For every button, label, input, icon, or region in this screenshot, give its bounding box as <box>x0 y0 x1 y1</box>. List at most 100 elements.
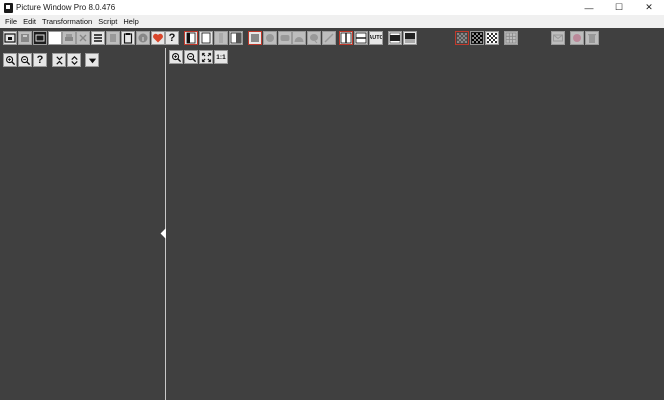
zoom-out-icon <box>186 52 196 62</box>
menu-help[interactable]: Help <box>120 15 141 28</box>
zoom-in-button[interactable] <box>3 53 17 67</box>
menu-script[interactable]: Script <box>95 15 120 28</box>
open-file-button[interactable] <box>3 31 17 45</box>
background-light-button[interactable] <box>485 31 499 45</box>
save-icon <box>21 34 29 42</box>
actual-size-button[interactable]: 1:1 <box>214 50 228 64</box>
background-dark-button[interactable] <box>455 31 469 45</box>
title-bar: Picture Window Pro 8.0.476 — ☐ ✕ <box>0 0 664 15</box>
zoom-in-icon <box>171 52 181 62</box>
color-wheel-icon <box>573 34 581 42</box>
print-button[interactable] <box>62 31 76 45</box>
app-icon <box>4 2 13 13</box>
layout-single-left-button[interactable] <box>184 31 198 45</box>
page-icon <box>201 32 211 44</box>
gradient-dark-icon <box>389 32 401 44</box>
image-zoom-out-button[interactable] <box>184 50 198 64</box>
menu-bar: File Edit Transformation Script Help <box>0 15 664 28</box>
select-ellipse-button[interactable] <box>263 31 277 45</box>
ellipse-icon <box>266 34 274 42</box>
select-shape-button[interactable] <box>292 31 306 45</box>
dome-icon <box>294 37 304 42</box>
gradient-light-icon <box>405 33 415 43</box>
zoom-out-button[interactable] <box>18 53 32 67</box>
open-icon <box>4 33 16 43</box>
favorite-button[interactable] <box>151 31 165 45</box>
horizontal-split-icon <box>355 32 367 44</box>
collapse-all-button[interactable] <box>52 53 66 67</box>
document-button[interactable] <box>106 31 120 45</box>
menu-edit[interactable]: Edit <box>20 15 39 28</box>
envelope-icon <box>553 34 563 42</box>
select-line-button[interactable] <box>322 31 336 45</box>
main-toolbar: ? AUTO <box>0 28 664 48</box>
new-image-button[interactable] <box>48 31 62 45</box>
rounded-rect-icon <box>280 35 290 41</box>
print-icon <box>65 34 73 41</box>
window-title: Picture Window Pro 8.0.476 <box>16 3 116 12</box>
close-button[interactable]: ✕ <box>634 0 664 15</box>
view-vertical-split-button[interactable] <box>339 31 353 45</box>
heart-icon <box>153 33 163 43</box>
image-zoom-in-button[interactable] <box>169 50 183 64</box>
vertical-split-icon <box>340 32 352 44</box>
expand-icon <box>70 55 78 65</box>
grid-button[interactable] <box>504 31 518 45</box>
mail-button[interactable] <box>551 31 565 45</box>
layout-dual-button[interactable] <box>229 31 243 45</box>
select-rounded-button[interactable] <box>278 31 292 45</box>
color-picker-button[interactable] <box>570 31 584 45</box>
collapse-icon <box>55 55 63 65</box>
actual-size-label: 1:1 <box>216 53 226 61</box>
menu-transformation[interactable]: Transformation <box>39 15 95 28</box>
checker-dark-icon <box>457 33 467 43</box>
auto-button[interactable]: AUTO <box>369 31 383 45</box>
panel-left-icon <box>186 32 196 44</box>
select-rect-button[interactable] <box>248 31 262 45</box>
layout-split-button[interactable] <box>214 31 228 45</box>
gradient-dark-button[interactable] <box>388 31 402 45</box>
list-icon <box>94 34 102 42</box>
clipboard-icon <box>123 33 133 44</box>
dropdown-button[interactable] <box>85 53 99 67</box>
info-icon <box>138 33 148 43</box>
image-icon <box>35 34 45 42</box>
clipboard-button[interactable] <box>121 31 135 45</box>
gradient-light-button[interactable] <box>403 31 417 45</box>
help-button[interactable]: ? <box>165 31 179 45</box>
fit-to-window-button[interactable] <box>199 50 213 64</box>
maximize-button[interactable]: ☐ <box>604 0 634 15</box>
panel-help-button[interactable]: ? <box>33 53 47 67</box>
document-icon <box>110 34 116 42</box>
left-panel: ? <box>0 48 165 400</box>
layout-page-button[interactable] <box>199 31 213 45</box>
checker-black-icon <box>472 33 482 43</box>
zoom-in-icon <box>5 55 15 65</box>
list-button[interactable] <box>91 31 105 45</box>
rect-select-icon <box>251 34 259 42</box>
triangle-down-icon <box>88 58 96 63</box>
trash-button[interactable] <box>585 31 599 45</box>
background-black-button[interactable] <box>470 31 484 45</box>
expand-all-button[interactable] <box>67 53 81 67</box>
info-button[interactable] <box>136 31 150 45</box>
select-freehand-button[interactable] <box>307 31 321 45</box>
image-area: 1:1 <box>166 48 664 400</box>
line-icon <box>324 33 334 43</box>
menu-file[interactable]: File <box>2 15 20 28</box>
lasso-icon <box>310 34 318 44</box>
grid-icon <box>505 32 517 44</box>
fit-arrows-icon <box>201 52 211 62</box>
dual-panel-icon <box>230 32 242 44</box>
save-button[interactable] <box>18 31 32 45</box>
trash-icon <box>588 34 596 43</box>
checker-light-icon <box>487 33 497 43</box>
minimize-button[interactable]: — <box>574 0 604 15</box>
delete-button[interactable] <box>76 31 90 45</box>
zoom-out-icon <box>20 55 30 65</box>
blank-page-icon <box>50 33 60 43</box>
window-controls: — ☐ ✕ <box>574 0 664 15</box>
view-horizontal-split-button[interactable] <box>354 31 368 45</box>
x-icon <box>79 34 87 42</box>
image-window-button[interactable] <box>33 31 47 45</box>
